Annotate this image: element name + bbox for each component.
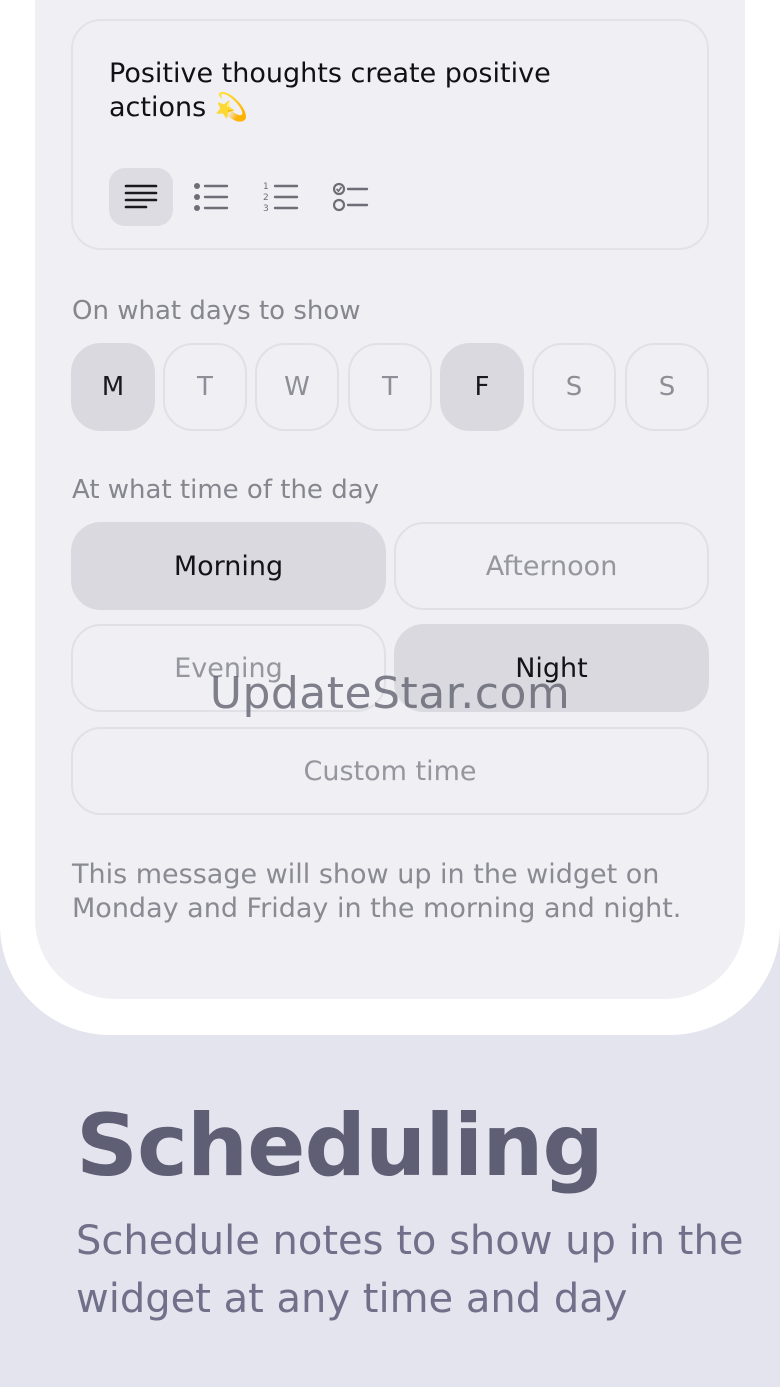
- day-friday[interactable]: F: [440, 343, 524, 431]
- day-tuesday[interactable]: T: [163, 343, 247, 431]
- paragraph-icon: [124, 184, 158, 209]
- time-option-afternoon[interactable]: Afternoon: [394, 522, 709, 610]
- days-label: On what days to show: [72, 296, 361, 326]
- app-store-screenshot: Positive thoughts create positive action…: [0, 0, 780, 1387]
- numbered-list-button[interactable]: 123: [249, 168, 313, 226]
- promo-title: Scheduling: [76, 1096, 604, 1196]
- note-editor[interactable]: Positive thoughts create positive action…: [71, 19, 709, 250]
- day-label: S: [658, 372, 676, 402]
- time-option-label: Morning: [173, 550, 284, 582]
- time-option-label: Afternoon: [485, 550, 618, 582]
- day-monday[interactable]: M: [71, 343, 155, 431]
- day-label: S: [565, 372, 583, 402]
- numbered-list-icon: 123: [263, 182, 299, 213]
- svg-text:2: 2: [263, 193, 269, 203]
- day-label: F: [474, 372, 490, 402]
- svg-text:3: 3: [263, 204, 269, 213]
- checklist-button[interactable]: [319, 168, 383, 226]
- time-option-label: Custom time: [303, 755, 477, 787]
- day-saturday[interactable]: S: [532, 343, 616, 431]
- watermark: UpdateStar.com: [209, 668, 571, 719]
- day-label: T: [382, 372, 398, 402]
- time-label: At what time of the day: [72, 475, 380, 505]
- day-label: W: [284, 372, 310, 402]
- paragraph-button[interactable]: [109, 168, 173, 226]
- bullet-list-icon: [194, 183, 229, 211]
- day-label: T: [197, 372, 213, 402]
- promo-subtitle: Schedule notes to show up in the widget …: [76, 1218, 744, 1322]
- day-wednesday[interactable]: W: [255, 343, 339, 431]
- bullet-list-button[interactable]: [179, 168, 243, 226]
- time-option-morning[interactable]: Morning: [71, 522, 386, 610]
- svg-text:1: 1: [263, 182, 269, 192]
- note-text[interactable]: Positive thoughts create positive action…: [109, 57, 649, 125]
- format-toolbar: 123: [109, 168, 389, 226]
- day-label: M: [101, 372, 125, 402]
- day-sunday[interactable]: S: [625, 343, 709, 431]
- checklist-icon: [333, 182, 369, 212]
- schedule-summary: This message will show up in the widget …: [72, 859, 682, 924]
- time-option-custom[interactable]: Custom time: [71, 727, 709, 815]
- day-thursday[interactable]: T: [348, 343, 432, 431]
- day-selector: M T W T F S S: [71, 343, 709, 431]
